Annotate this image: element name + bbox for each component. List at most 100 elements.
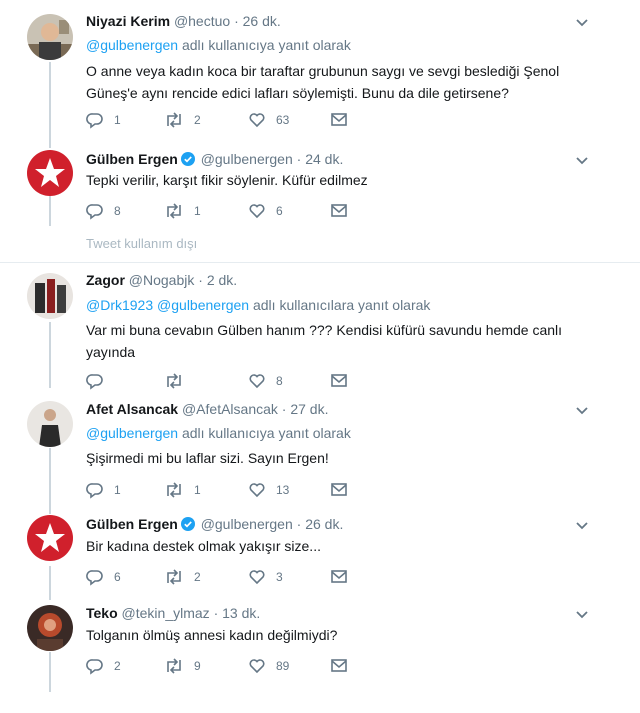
chevron-down-icon[interactable]	[574, 519, 590, 531]
separator-dot: ·	[281, 401, 287, 417]
timestamp[interactable]: 26 dk.	[305, 516, 343, 532]
retweet-button[interactable]: 1	[164, 480, 201, 500]
display-name[interactable]: Gülben Ergen	[86, 516, 178, 532]
reply-icon	[86, 372, 104, 390]
timestamp[interactable]: 26 dk.	[243, 13, 281, 29]
reply-button[interactable]: 1	[86, 480, 121, 500]
retweet-count: 1	[194, 483, 201, 497]
reply-icon	[86, 202, 104, 220]
reply-button[interactable]: 1	[86, 110, 121, 130]
like-count: 8	[276, 374, 283, 388]
handle[interactable]: @hectuo	[174, 13, 230, 29]
message-button[interactable]	[330, 480, 348, 500]
avatar[interactable]	[27, 14, 73, 60]
message-button[interactable]	[330, 110, 348, 130]
mention-link[interactable]: @gulbenergen	[157, 297, 249, 313]
avatar[interactable]	[27, 150, 73, 196]
timestamp[interactable]: 27 dk.	[290, 401, 328, 417]
like-button[interactable]: 63	[248, 110, 289, 130]
reply-count: 6	[114, 570, 121, 584]
avatar[interactable]	[27, 401, 73, 447]
reply-button[interactable]: 2	[86, 656, 121, 676]
reply-count: 8	[114, 204, 121, 218]
message-button[interactable]	[330, 371, 348, 391]
display-name[interactable]: Afet Alsancak	[86, 401, 178, 417]
display-name[interactable]: Niyazi Kerim	[86, 13, 170, 29]
envelope-icon	[330, 373, 348, 389]
tweet[interactable]: Zagor @Nogabjk · 2 dk. @Drk1923 @gulbene…	[0, 263, 640, 393]
retweet-button[interactable]: 9	[164, 656, 201, 676]
avatar[interactable]	[27, 605, 73, 651]
verified-badge-icon	[180, 517, 195, 534]
reply-count: 1	[114, 113, 121, 127]
tweet-header: Teko @tekin_ylmaz · 13 dk.	[86, 605, 260, 621]
avatar[interactable]	[27, 515, 73, 561]
tweet-actions: 1 2 63	[86, 110, 386, 130]
retweet-count: 2	[194, 113, 201, 127]
chevron-down-icon[interactable]	[574, 404, 590, 416]
display-name[interactable]: Teko	[86, 605, 118, 621]
tweet-actions: 8 1 6	[86, 201, 386, 221]
tweet[interactable]: Gülben Ergen @gulbenergen · 26 dk. Bir k…	[0, 507, 640, 597]
timestamp[interactable]: 24 dk.	[305, 151, 343, 167]
like-button[interactable]: 8	[248, 371, 283, 391]
like-button[interactable]: 3	[248, 567, 283, 587]
tweet-actions: 8	[86, 371, 386, 391]
handle[interactable]: @tekin_ylmaz	[122, 605, 210, 621]
retweet-button[interactable]: 2	[164, 110, 201, 130]
handle[interactable]: @gulbenergen	[201, 151, 293, 167]
reply-icon	[86, 568, 104, 586]
tweet-header: Niyazi Kerim @hectuo · 26 dk.	[86, 13, 281, 29]
chevron-down-icon[interactable]	[574, 154, 590, 166]
tweet[interactable]: Gülben Ergen @gulbenergen · 24 dk. Tepki…	[0, 148, 640, 228]
reply-button[interactable]: 8	[86, 201, 121, 221]
reply-button[interactable]	[86, 371, 114, 391]
heart-icon	[248, 568, 266, 586]
chevron-down-icon[interactable]	[574, 16, 590, 28]
tweet[interactable]: Teko @tekin_ylmaz · 13 dk. Tolganın ölmü…	[0, 597, 640, 707]
handle[interactable]: @AfetAlsancak	[182, 401, 278, 417]
retweet-icon	[164, 202, 184, 220]
separator-dot: ·	[296, 151, 302, 167]
tweet-text: Tepki verilir, karşıt fikir söylenir. Kü…	[86, 172, 368, 188]
message-button[interactable]	[330, 567, 348, 587]
chevron-down-icon[interactable]	[574, 608, 590, 620]
reply-button[interactable]: 6	[86, 567, 121, 587]
retweet-icon	[164, 568, 184, 586]
tweet-header: Gülben Ergen @gulbenergen · 24 dk.	[86, 151, 343, 169]
display-name[interactable]: Zagor	[86, 272, 125, 288]
mention-link[interactable]: @gulbenergen	[86, 37, 178, 53]
timestamp[interactable]: 13 dk.	[222, 605, 260, 621]
mention-link[interactable]: @Drk1923	[86, 297, 153, 313]
tweet-header: Afet Alsancak @AfetAlsancak · 27 dk.	[86, 401, 328, 417]
like-count: 13	[276, 483, 290, 497]
reply-context-label: adlı kullanıcıya yanıt olarak	[181, 425, 351, 441]
reply-context: @Drk1923 @gulbenergen adlı kullanıcılara…	[86, 297, 430, 313]
tweet[interactable]: Afet Alsancak @AfetAlsancak · 27 dk. @gu…	[0, 393, 640, 507]
tweet[interactable]: Niyazi Kerim @hectuo · 26 dk. @gulbenerg…	[0, 0, 640, 148]
message-button[interactable]	[330, 201, 348, 221]
retweet-button[interactable]: 1	[164, 201, 201, 221]
retweet-button[interactable]: 2	[164, 567, 201, 587]
envelope-icon	[330, 203, 348, 219]
like-count: 3	[276, 570, 283, 584]
like-button[interactable]: 89	[248, 656, 289, 676]
mention-link[interactable]: @gulbenergen	[86, 425, 178, 441]
like-button[interactable]: 13	[248, 480, 289, 500]
tweet-text: O anne veya kadın koca bir taraftar grub…	[86, 63, 560, 101]
reply-count: 2	[114, 659, 121, 673]
like-button[interactable]: 6	[248, 201, 283, 221]
heart-icon	[248, 372, 266, 390]
retweet-count: 2	[194, 570, 201, 584]
avatar[interactable]	[27, 273, 73, 319]
reply-context-label: adlı kullanıcılara yanıt olarak	[252, 297, 431, 313]
retweet-button[interactable]	[164, 371, 194, 391]
handle[interactable]: @Nogabjk	[129, 272, 195, 288]
envelope-icon	[330, 482, 348, 498]
reply-icon	[86, 481, 104, 499]
handle[interactable]: @gulbenergen	[201, 516, 293, 532]
timestamp[interactable]: 2 dk.	[207, 272, 237, 288]
message-button[interactable]	[330, 656, 348, 676]
display-name[interactable]: Gülben Ergen	[86, 151, 178, 167]
retweet-icon	[164, 111, 184, 129]
